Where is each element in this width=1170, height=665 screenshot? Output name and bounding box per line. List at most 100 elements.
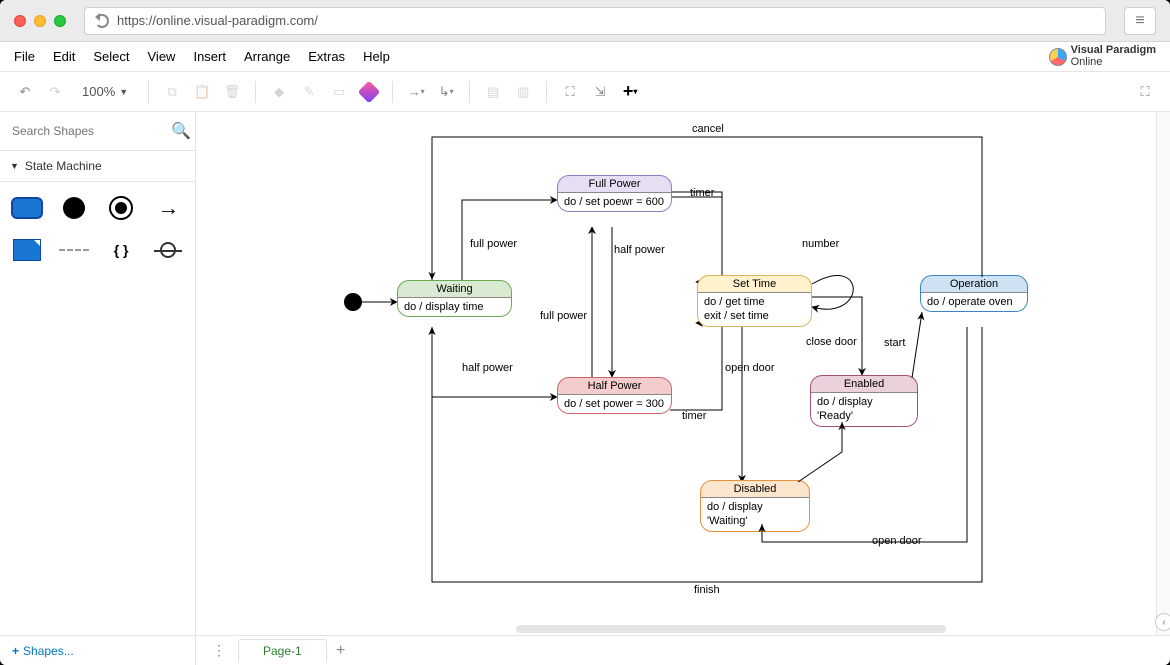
brand-subname: Online (1071, 57, 1156, 69)
zoom-dropdown[interactable]: 100% ▼ (82, 84, 128, 99)
more-shapes-button[interactable]: + Shapes... (0, 636, 196, 665)
minimize-window-button[interactable] (34, 15, 46, 27)
to-front-button[interactable]: ▤ (482, 81, 504, 103)
menu-select[interactable]: Select (93, 49, 129, 64)
menu-extras[interactable]: Extras (308, 49, 345, 64)
state-full-power[interactable]: Full Power do / set poewr = 600 (557, 175, 672, 212)
initial-state[interactable] (344, 293, 362, 311)
chevron-down-icon: ▼ (119, 87, 128, 97)
expand-format-panel-button[interactable]: ‹ (1155, 613, 1170, 631)
shape-state[interactable] (8, 192, 45, 224)
state-body: do / display 'Waiting' (701, 498, 809, 531)
shape-final-state[interactable] (103, 192, 140, 224)
section-title: State Machine (25, 159, 102, 173)
fullscreen-button[interactable]: ⛶ (1134, 81, 1156, 103)
shadow-button[interactable]: ▭ (328, 81, 350, 103)
label-finish: finish (694, 584, 720, 596)
brand-name: Visual Paradigm (1071, 45, 1156, 57)
diagram-canvas[interactable]: Waiting do / display time Full Power do … (196, 112, 1156, 635)
label-timer-2: timer (682, 410, 706, 422)
state-body: do / display 'Ready' (811, 393, 917, 426)
app-menubar: File Edit Select View Insert Arrange Ext… (0, 42, 1170, 72)
tab-page-1[interactable]: Page-1 (238, 639, 327, 662)
url-bar[interactable]: https://online.visual-paradigm.com/ (84, 7, 1106, 35)
menu-view[interactable]: View (148, 49, 176, 64)
insert-button[interactable]: +▾ (619, 81, 641, 103)
app-toolbar: ↶ ↷ 100% ▼ ⧉ 📋 🗑 ◆ ✎ ▭ →▾ ↳▾ ▤ ▥ ⛶ ⇲ +▾ … (0, 72, 1170, 112)
label-start: start (884, 337, 905, 349)
state-set-time[interactable]: Set Time do / get time exit / set time (697, 275, 812, 327)
tab-label: Page-1 (263, 644, 302, 658)
shape-palette: → { } (0, 182, 195, 276)
state-operation[interactable]: Operation do / operate oven (920, 275, 1028, 312)
brand-logo-icon (1049, 48, 1067, 66)
menu-edit[interactable]: Edit (53, 49, 75, 64)
right-panel-gutter: ‹ (1156, 112, 1170, 635)
state-enabled[interactable]: Enabled do / display 'Ready' (810, 375, 918, 427)
state-body: do / operate oven (921, 293, 1027, 311)
state-body: do / set poewr = 600 (558, 193, 671, 211)
redo-button[interactable]: ↷ (44, 81, 66, 103)
close-window-button[interactable] (14, 15, 26, 27)
brand-logo: Visual Paradigm Online (1049, 45, 1156, 68)
label-timer-1: timer (690, 187, 714, 199)
label-half-power-2: half power (462, 362, 513, 374)
menu-help[interactable]: Help (363, 49, 390, 64)
shape-note[interactable] (8, 234, 45, 266)
state-body: do / display time (398, 298, 511, 316)
menu-insert[interactable]: Insert (193, 49, 226, 64)
paste-button[interactable]: 📋 (191, 81, 213, 103)
shape-choice[interactable] (150, 234, 187, 266)
state-body: do / set power = 300 (558, 395, 671, 413)
section-state-machine[interactable]: ▼ State Machine (0, 151, 195, 182)
url-text: https://online.visual-paradigm.com/ (117, 13, 318, 28)
fit-selection-button[interactable]: ⇲ (589, 81, 611, 103)
browser-titlebar: https://online.visual-paradigm.com/ ≡ (0, 0, 1170, 42)
search-icon[interactable]: 🔍 (171, 121, 191, 141)
copy-button[interactable]: ⧉ (161, 81, 183, 103)
menu-file[interactable]: File (14, 49, 35, 64)
format-painter-icon (358, 80, 381, 103)
label-half-power-1: half power (614, 244, 665, 256)
shape-search: 🔍 ⋮ (0, 112, 195, 151)
delete-button[interactable]: 🗑 (221, 81, 243, 103)
plus-icon: + (12, 644, 19, 658)
chevron-down-icon: ▼ (10, 161, 19, 171)
state-title: Disabled (701, 481, 809, 498)
zoom-value: 100% (82, 84, 115, 99)
label-cancel: cancel (692, 123, 724, 135)
to-back-button[interactable]: ▥ (512, 81, 534, 103)
browser-menu-button[interactable]: ≡ (1124, 7, 1156, 35)
bottom-bar: + Shapes... ⋮ Page-1 + (0, 635, 1170, 665)
undo-button[interactable]: ↶ (14, 81, 36, 103)
state-half-power[interactable]: Half Power do / set power = 300 (557, 377, 672, 414)
add-page-button[interactable]: + (331, 641, 351, 661)
state-title: Set Time (698, 276, 811, 293)
state-disabled[interactable]: Disabled do / display 'Waiting' (700, 480, 810, 532)
format-painter-button[interactable] (358, 81, 380, 103)
search-input[interactable] (8, 118, 171, 144)
state-waiting[interactable]: Waiting do / display time (397, 280, 512, 317)
shapes-sidebar: 🔍 ⋮ ▼ State Machine → { } (0, 112, 196, 635)
label-open-door-2: open door (872, 535, 922, 547)
shape-region[interactable]: { } (103, 234, 140, 266)
waypoint-style-button[interactable]: ↳▾ (435, 81, 457, 103)
state-title: Waiting (398, 281, 511, 298)
shape-dashed-line[interactable] (55, 234, 92, 266)
maximize-window-button[interactable] (54, 15, 66, 27)
line-color-button[interactable]: ✎ (298, 81, 320, 103)
pages-menu-icon[interactable]: ⋮ (204, 642, 234, 659)
fit-page-button[interactable]: ⛶ (559, 81, 581, 103)
state-title: Full Power (558, 176, 671, 193)
shape-transition[interactable]: → (150, 192, 187, 224)
reload-icon[interactable] (95, 14, 109, 28)
connection-style-button[interactable]: →▾ (405, 81, 427, 103)
menu-arrange[interactable]: Arrange (244, 49, 290, 64)
state-title: Enabled (811, 376, 917, 393)
label-number: number (802, 238, 839, 250)
label-open-door-1: open door (725, 362, 775, 374)
horizontal-scrollbar[interactable] (516, 625, 946, 633)
shape-initial-state[interactable] (55, 192, 92, 224)
fill-color-button[interactable]: ◆ (268, 81, 290, 103)
shapes-label: Shapes... (23, 644, 74, 658)
